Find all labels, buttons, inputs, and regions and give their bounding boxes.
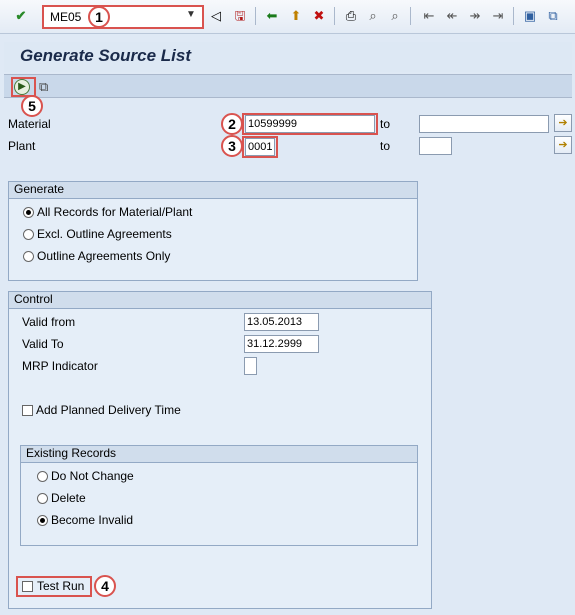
find-next-icon[interactable]: ⌕ [386,7,404,25]
radio-excl-outline[interactable] [23,229,34,240]
radio-all-records[interactable] [23,207,34,218]
material-input[interactable]: 10599999 [245,115,375,133]
application-toolbar [4,74,572,98]
next-page-icon[interactable]: ↠ [466,7,484,25]
callout-5: 5 [21,95,43,117]
toolbar-separator [334,7,335,25]
valid-from-input[interactable]: 13.05.2013 [244,313,319,331]
valid-to-input[interactable]: 31.12.2999 [244,335,319,353]
to-label-plant: to [380,139,391,153]
add-planned-delivery-checkbox[interactable] [22,405,33,416]
toolbar-separator [255,7,256,25]
execute-icon[interactable]: ▶ [14,79,30,95]
radio-delete[interactable] [37,493,48,504]
material-to-input[interactable] [419,115,549,133]
radio-become-invalid-label: Become Invalid [51,513,134,527]
system-toolbar: ✔ ME05 ▼ ◁ 🖫 ⬅ ⬆ ✖ ⎙ ⌕ ⌕ ⇤ ↞ ↠ ⇥ ▣ ⧉ [0,0,575,34]
callout-2: 2 [221,113,243,135]
radio-become-invalid[interactable] [37,515,48,526]
callout-4: 4 [94,575,116,597]
plant-input[interactable]: 0001 [245,138,275,156]
control-group-title: Control [9,292,431,309]
back-icon[interactable]: ◁ [207,7,225,25]
material-label: Material [8,117,51,131]
radio-outline-only-label: Outline Agreements Only [37,249,171,263]
back-green-icon[interactable]: ⬅ [263,7,281,25]
toolbar-separator [513,7,514,25]
radio-delete-label: Delete [51,491,86,505]
save-icon[interactable]: 🖫 [231,7,249,25]
last-page-icon[interactable]: ⇥ [489,7,507,25]
valid-from-label: Valid from [22,315,76,329]
cancel-icon[interactable]: ✖ [310,7,328,25]
to-label-material: to [380,117,391,131]
test-run-checkbox[interactable] [22,581,33,592]
test-run-label: Test Run [37,579,85,593]
valid-to-label: Valid To [22,337,64,351]
callout-1: 1 [88,6,110,28]
shortcut-icon[interactable]: ⧉ [544,7,562,25]
get-variant-icon[interactable]: ⧉ [39,79,55,95]
existing-records-title: Existing Records [21,446,417,463]
mrp-indicator-input[interactable] [244,357,257,375]
mrp-indicator-label: MRP Indicator [22,359,98,373]
radio-excl-outline-label: Excl. Outline Agreements [37,227,172,241]
toolbar-separator [410,7,411,25]
radio-outline-only[interactable] [23,251,34,262]
prev-page-icon[interactable]: ↞ [443,7,461,25]
radio-all-records-label: All Records for Material/Plant [37,205,193,219]
chevron-down-icon[interactable]: ▼ [186,9,196,20]
multiple-selection-plant-button[interactable]: ➔ [554,136,572,154]
generate-group-title: Generate [9,182,417,199]
command-field-value: ME05 [50,10,82,24]
add-planned-delivery-label: Add Planned Delivery Time [36,403,181,417]
radio-do-not-change-label: Do Not Change [51,469,134,483]
plant-label: Plant [8,139,36,153]
radio-do-not-change[interactable] [37,471,48,482]
multiple-selection-material-button[interactable]: ➔ [554,114,572,132]
print-icon[interactable]: ⎙ [342,7,360,25]
enter-icon[interactable]: ✔ [12,7,30,25]
find-icon[interactable]: ⌕ [364,7,382,25]
page-title: Generate Source List [20,46,192,65]
callout-3: 3 [221,135,243,157]
create-session-icon[interactable]: ▣ [521,7,539,25]
exit-icon[interactable]: ⬆ [287,7,305,25]
first-page-icon[interactable]: ⇤ [420,7,438,25]
plant-to-input[interactable] [419,137,452,155]
